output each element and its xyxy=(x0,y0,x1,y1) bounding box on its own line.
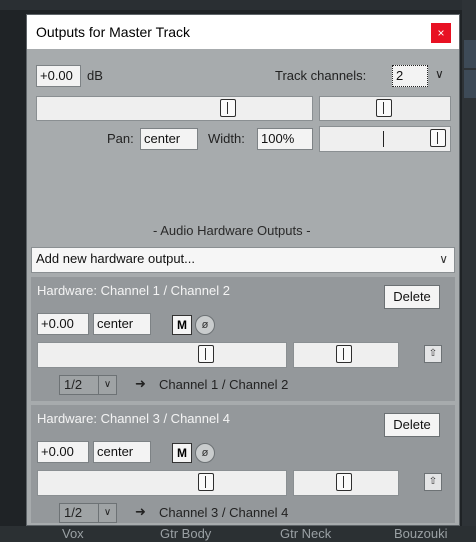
hw-destination-label: Channel 3 / Channel 4 xyxy=(159,505,289,520)
hw-volume-input[interactable]: +0.00 xyxy=(37,441,89,463)
hardware-output-panel: Hardware: Channel 1 / Channel 2 Delete +… xyxy=(31,277,455,401)
outputs-window: Outputs for Master Track × +0.00 dB Trac… xyxy=(26,14,460,526)
track-channels-select[interactable]: 2 xyxy=(392,65,428,87)
window-titlebar[interactable]: Outputs for Master Track × xyxy=(27,15,459,49)
chevron-down-icon: ∨ xyxy=(98,504,116,522)
move-up-icon[interactable]: ⇧ xyxy=(424,473,442,491)
master-volume-slider[interactable] xyxy=(36,96,313,121)
background-toolbar xyxy=(0,0,476,10)
hw-channel-select-value: 1/2 xyxy=(64,377,83,392)
hw-destination-label: Channel 1 / Channel 2 xyxy=(159,377,289,392)
hw-pan-slider[interactable] xyxy=(293,342,399,368)
chevron-down-icon: ∨ xyxy=(98,376,116,394)
add-hardware-output-dropdown[interactable]: Add new hardware output... ∨ xyxy=(31,247,455,273)
hw-pan-input[interactable]: center xyxy=(93,441,151,463)
master-volume-unit: dB xyxy=(87,68,103,83)
hw-channel-select-value: 1/2 xyxy=(64,505,83,520)
track-name-gtr-neck[interactable]: Gtr Neck xyxy=(280,526,331,541)
hw-channel-select[interactable]: 1/2 ∨ xyxy=(59,503,117,523)
width-slider[interactable] xyxy=(319,126,451,152)
arrow-right-icon: ➜ xyxy=(135,504,146,519)
width-label: Width: xyxy=(208,131,245,146)
hw-volume-slider[interactable] xyxy=(37,470,287,496)
close-button[interactable]: × xyxy=(431,23,451,43)
delete-button[interactable]: Delete xyxy=(384,285,440,309)
mute-button[interactable]: M xyxy=(172,443,192,463)
width-input[interactable]: 100% xyxy=(257,128,313,150)
hardware-output-panel: Hardware: Channel 3 / Channel 4 Delete +… xyxy=(31,405,455,523)
pan-input[interactable]: center xyxy=(140,128,198,150)
track-name-bouzouki[interactable]: Bouzouki xyxy=(394,526,447,541)
phase-invert-icon[interactable]: ø xyxy=(195,315,215,335)
hw-pan-slider[interactable] xyxy=(293,470,399,496)
track-channels-label: Track channels: xyxy=(275,68,367,83)
slider-thumb[interactable] xyxy=(220,99,236,117)
hardware-output-title: Hardware: Channel 1 / Channel 2 xyxy=(37,283,230,298)
delete-button[interactable]: Delete xyxy=(384,413,440,437)
window-title: Outputs for Master Track xyxy=(36,24,191,40)
arrow-right-icon: ➜ xyxy=(135,376,146,391)
background-track-names: Vox Gtr Body Gtr Neck Bouzouki xyxy=(0,526,476,542)
hw-volume-input[interactable]: +0.00 xyxy=(37,313,89,335)
audio-hardware-outputs-heading: - Audio Hardware Outputs - xyxy=(153,223,311,238)
background-track-block xyxy=(464,40,476,68)
slider-thumb[interactable] xyxy=(336,345,352,363)
background-track-area xyxy=(462,0,476,542)
phase-invert-icon[interactable]: ø xyxy=(195,443,215,463)
add-hardware-output-label: Add new hardware output... xyxy=(36,251,195,266)
slider-thumb[interactable] xyxy=(430,129,446,147)
hardware-output-title: Hardware: Channel 3 / Channel 4 xyxy=(37,411,230,426)
mute-button[interactable]: M xyxy=(172,315,192,335)
chevron-down-icon[interactable]: ∨ xyxy=(435,67,444,81)
slider-thumb[interactable] xyxy=(198,345,214,363)
hw-pan-input[interactable]: center xyxy=(93,313,151,335)
chevron-down-icon: ∨ xyxy=(439,252,448,266)
track-name-vox[interactable]: Vox xyxy=(62,526,84,541)
hw-channel-select[interactable]: 1/2 ∨ xyxy=(59,375,117,395)
slider-thumb[interactable] xyxy=(376,99,392,117)
window-content: +0.00 dB Track channels: 2 ∨ Pan: center… xyxy=(27,49,459,525)
slider-thumb[interactable] xyxy=(198,473,214,491)
master-pan-slider[interactable] xyxy=(319,96,451,121)
slider-thumb[interactable] xyxy=(336,473,352,491)
pan-label: Pan: xyxy=(107,131,134,146)
master-volume-input[interactable]: +0.00 xyxy=(36,65,81,87)
move-up-icon[interactable]: ⇧ xyxy=(424,345,442,363)
track-name-gtr-body[interactable]: Gtr Body xyxy=(160,526,211,541)
close-icon: × xyxy=(437,26,445,40)
hw-volume-slider[interactable] xyxy=(37,342,287,368)
width-slider-center-tick xyxy=(383,131,384,147)
background-track-block xyxy=(464,70,476,98)
